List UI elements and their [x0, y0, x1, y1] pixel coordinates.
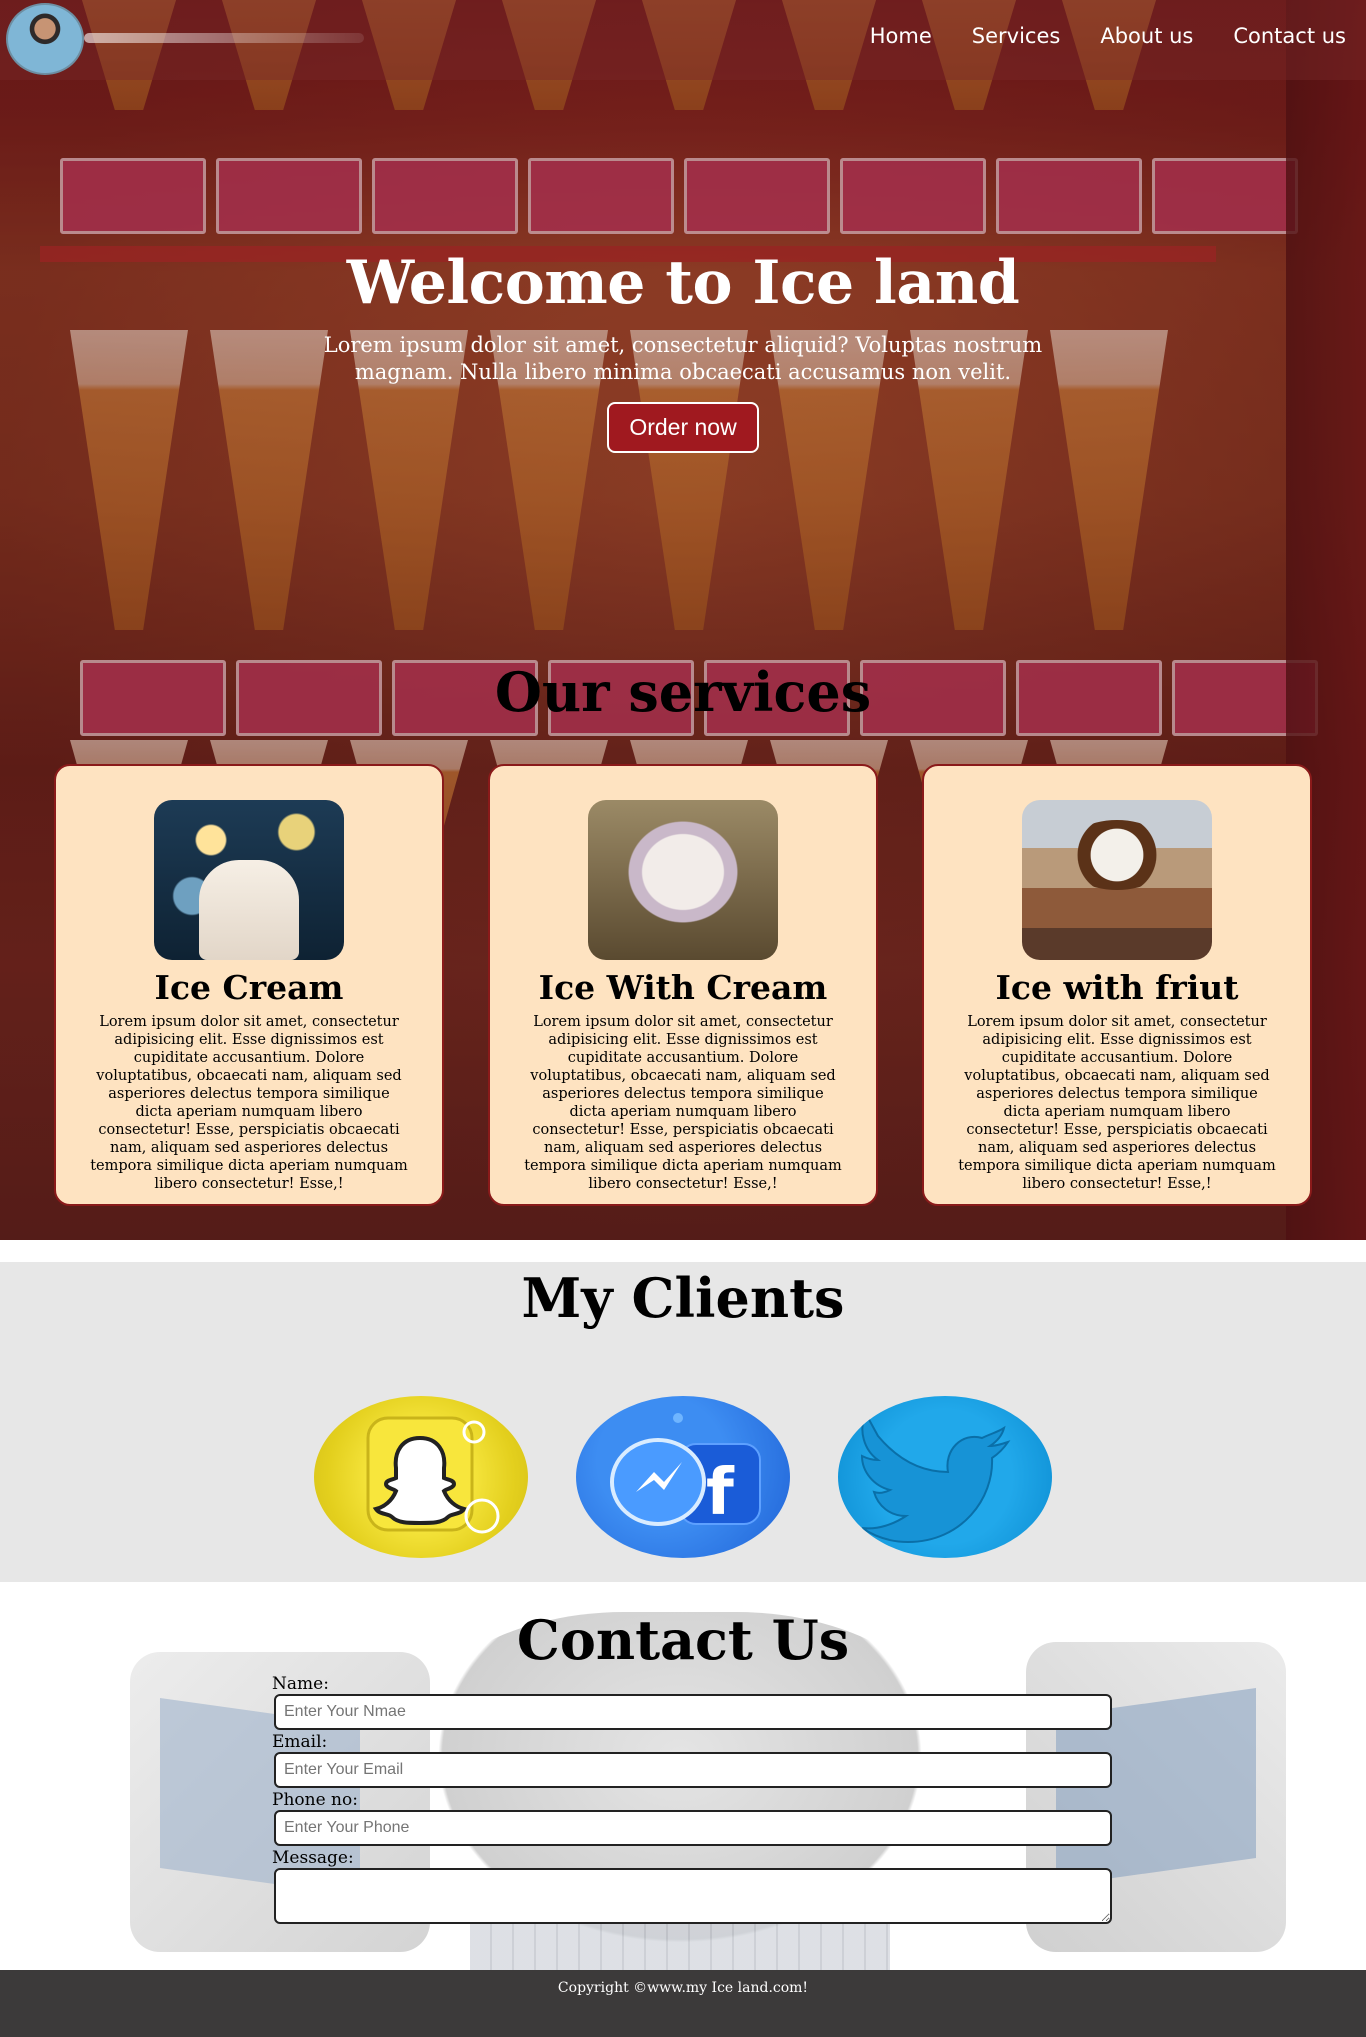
logo-streak	[84, 33, 364, 43]
nav-contact-link[interactable]: Contact us	[1233, 24, 1346, 48]
clients-section: My Clients f	[0, 1262, 1366, 1582]
message-textarea[interactable]	[274, 1868, 1112, 1924]
ice-with-fruit-image	[1022, 800, 1212, 960]
service-card-text: Lorem ipsum dolor sit amet, consectetur …	[524, 1014, 842, 1192]
service-card-title: Ice With Cream	[538, 968, 828, 1007]
nav-services-link[interactable]: Services	[972, 24, 1061, 48]
phone-input[interactable]	[274, 1810, 1112, 1846]
services-cards: Ice Cream Lorem ipsum dolor sit amet, co…	[54, 764, 1312, 1206]
ice-with-cream-image	[588, 800, 778, 960]
service-card: Ice Cream Lorem ipsum dolor sit amet, co…	[54, 764, 444, 1206]
navbar: Home Services About us Contact us	[0, 0, 1366, 80]
service-card-title: Ice Cream	[154, 968, 344, 1007]
welcome-text: Lorem ipsum dolor sit amet, consectetur …	[323, 333, 1043, 384]
email-label: Email:	[272, 1732, 328, 1752]
message-label: Message:	[272, 1848, 354, 1868]
service-card: Ice With Cream Lorem ipsum dolor sit ame…	[488, 764, 878, 1206]
welcome-title: Welcome to Ice land	[346, 248, 1020, 318]
service-card-title: Ice with friut	[995, 968, 1239, 1007]
email-input[interactable]	[274, 1752, 1112, 1788]
client-logos: f	[314, 1396, 1052, 1558]
service-card-text: Lorem ipsum dolor sit amet, consectetur …	[90, 1014, 408, 1192]
service-card: Ice with friut Lorem ipsum dolor sit ame…	[922, 764, 1312, 1206]
service-card-text: Lorem ipsum dolor sit amet, consectetur …	[958, 1014, 1276, 1192]
name-label: Name:	[272, 1674, 329, 1694]
copyright-text: Copyright ©www.my Ice land.com!	[557, 1980, 809, 1996]
contact-section: Contact Us Name: Email: Phone no: Messag…	[0, 1582, 1366, 1970]
name-input[interactable]	[274, 1694, 1112, 1730]
footer: Copyright ©www.my Ice land.com!	[0, 1970, 1366, 2037]
logo-avatar[interactable]	[6, 3, 84, 75]
svg-text:f: f	[706, 1456, 735, 1530]
order-now-button[interactable]: Order now	[607, 402, 759, 453]
services-title: Our services	[494, 660, 872, 724]
snapchat-icon[interactable]	[314, 1396, 528, 1558]
ice-cream-image	[154, 800, 344, 960]
phone-label: Phone no:	[272, 1790, 358, 1810]
welcome-section: Welcome to Ice land Lorem ipsum dolor si…	[0, 248, 1366, 453]
nav-links: Home Services About us Contact us	[870, 24, 1346, 48]
messenger-facebook-icon[interactable]: f	[576, 1396, 790, 1558]
contact-form: Name: Email: Phone no: Message:	[272, 1674, 1114, 1924]
nav-home-link[interactable]: Home	[870, 24, 932, 48]
twitter-icon[interactable]	[838, 1396, 1052, 1558]
contact-title: Contact Us	[516, 1608, 850, 1672]
clients-title: My Clients	[521, 1266, 845, 1330]
nav-about-link[interactable]: About us	[1100, 24, 1193, 48]
